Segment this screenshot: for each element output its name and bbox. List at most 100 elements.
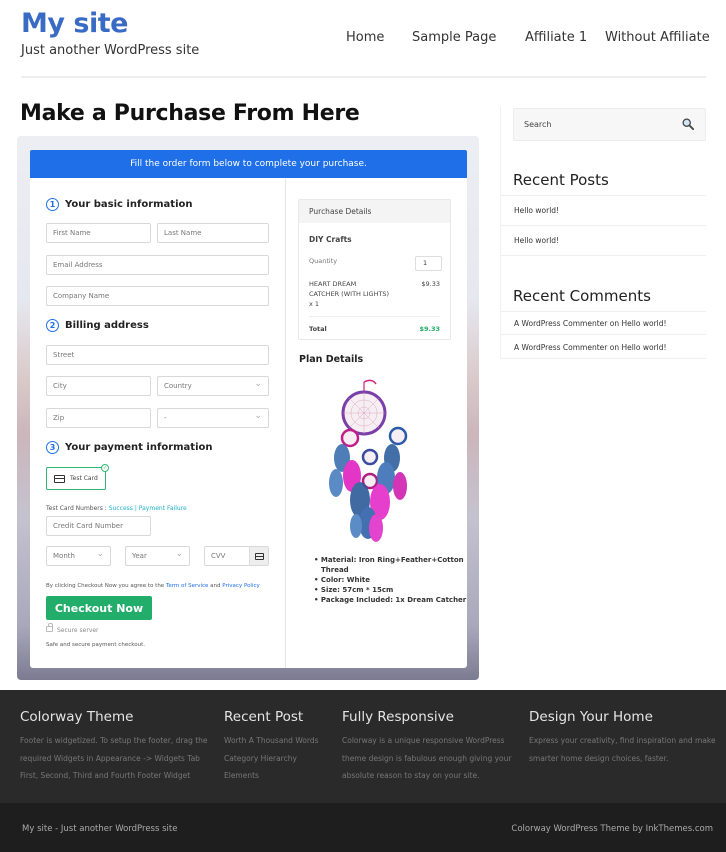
total-value: $9.33 (419, 325, 440, 333)
footer-col-text: Express your creativity, find inspiratio… (529, 732, 716, 767)
search-placeholder: Search (524, 120, 552, 129)
quantity-input[interactable]: 1 (415, 256, 442, 271)
cvv-card-icon (249, 547, 268, 565)
divider (501, 225, 706, 226)
footer-line: Colorway is a unique responsive WordPres… (342, 736, 505, 745)
total-divider (309, 316, 440, 317)
page-title: Make a Purchase From Here (20, 101, 360, 126)
card-number-input[interactable]: Credit Card Number (46, 516, 151, 536)
product-group: DIY Crafts (309, 235, 352, 244)
footer-col-text: Footer is widgetized. To setup the foote… (20, 732, 208, 785)
checkout-now-button[interactable]: Checkout Now (46, 596, 152, 620)
step-label: Billing address (65, 320, 149, 331)
header-divider (21, 76, 706, 78)
footer-line: smarter home design choices, faster. (529, 753, 669, 763)
recent-comments-title: Recent Comments (513, 287, 651, 305)
step-basic-info: 1 Your basic information (46, 198, 193, 211)
country-select[interactable]: Country (157, 375, 269, 396)
quantity-label: Quantity (309, 257, 338, 265)
footer-col-title: Fully Responsive (342, 709, 454, 725)
year-select[interactable]: Year (125, 545, 190, 566)
footer-line: required Widgets in Appearance -> Widget… (20, 753, 200, 763)
step-payment: 3 Your payment information (46, 441, 213, 454)
city-input[interactable]: City (46, 376, 151, 396)
test-card-label: Test Card Numbers : (46, 505, 107, 512)
test-card-option[interactable]: Test Card ✓ (46, 464, 109, 490)
sidebar-border (500, 106, 501, 358)
footer-line: absolute reason to stay on your site. (342, 771, 480, 780)
plan-details-title: Plan Details (299, 354, 364, 365)
footer-col-title: Design Your Home (529, 709, 653, 725)
footer-post-link[interactable]: Elements (224, 767, 319, 785)
terms-link[interactable]: Term of Service (166, 583, 208, 589)
secure-server-text: Secure server (57, 627, 99, 634)
spec-item: • Material: Iron Ring+Feather+Cotton (314, 556, 464, 564)
nav-home[interactable]: Home (346, 30, 384, 45)
last-name-input[interactable]: Last Name (157, 223, 269, 243)
nav-sample-page[interactable]: Sample Page (412, 30, 496, 45)
recent-comment-link[interactable]: A WordPress Commenter on Hello world! (514, 319, 667, 328)
recent-post-link[interactable]: Hello world! (514, 206, 559, 215)
payment-failure-link[interactable]: Payment Failure (139, 505, 187, 512)
footer-site-credit[interactable]: My site - Just another WordPress site (22, 824, 177, 834)
item-price: $9.33 (421, 280, 440, 288)
zip-input[interactable]: Zip (46, 408, 151, 428)
nav-affiliate-1[interactable]: Affiliate 1 (525, 30, 587, 45)
footer-line: theme design is fabulous enough giving y… (342, 753, 512, 763)
email-input[interactable]: Email Address (46, 255, 269, 275)
total-label: Total (309, 325, 327, 333)
item-name-line1: HEART DREAM (309, 280, 357, 288)
footer-theme-credit[interactable]: Colorway WordPress Theme by InkThemes.co… (511, 824, 713, 834)
cvv-input[interactable]: CVV (204, 546, 269, 566)
footer-col-text: Colorway is a unique responsive WordPres… (342, 732, 511, 785)
privacy-link[interactable]: Privacy Policy (222, 583, 259, 589)
footer-post-link[interactable]: Category Hierarchy (224, 750, 319, 768)
recent-comment-link[interactable]: A WordPress Commenter on Hello world! (514, 343, 667, 352)
dream-catcher-image (329, 379, 408, 542)
company-input[interactable]: Company Name (46, 286, 269, 306)
step-billing: 2 Billing address (46, 319, 149, 332)
spec-item: • Package Included: 1x Dream Catcher (314, 596, 467, 604)
spec-item: • Color: White (314, 576, 370, 584)
footer-line: Express your creativity, find inspiratio… (529, 736, 716, 745)
purchase-details-box: Purchase Details DIY Crafts Quantity 1 H… (298, 199, 451, 340)
spec-item: • Size: 57cm * 15cm (314, 586, 394, 594)
recent-post-link[interactable]: Hello world! (514, 236, 559, 245)
check-icon: ✓ (101, 464, 109, 472)
divider (501, 358, 706, 359)
footer-col-title: Colorway Theme (20, 709, 134, 725)
column-divider (285, 178, 286, 668)
agreement-text: By clicking Checkout Now you agree to th… (46, 583, 260, 589)
separator: | (134, 505, 137, 512)
plan-specs-list: • Material: Iron Ring+Feather+Cotton Thr… (314, 555, 466, 605)
success-link[interactable]: Success (109, 505, 133, 512)
nav-without-affiliate[interactable]: Without Affiliate (605, 30, 710, 45)
footer-post-link[interactable]: Worth A Thousand Words (224, 732, 319, 750)
order-banner: Fill the order form below to complete yo… (30, 150, 467, 178)
purchase-details-header: Purchase Details (299, 200, 450, 223)
footer-line: Footer is widgetized. To setup the foote… (20, 736, 208, 745)
step-label: Your basic information (65, 199, 193, 210)
footer-line: First, Second, Third and Fourth Footer W… (20, 771, 191, 780)
search-input[interactable]: Search (513, 108, 706, 141)
cvv-placeholder: CVV (211, 552, 226, 560)
month-select[interactable]: Month (46, 545, 111, 566)
step-number-1: 1 (46, 198, 59, 211)
item-quantity: x 1 (309, 300, 320, 308)
search-icon[interactable] (682, 118, 694, 130)
test-card-numbers: Test Card Numbers : Success | Payment Fa… (46, 505, 187, 512)
credit-card-icon (54, 474, 65, 483)
divider (501, 195, 706, 196)
item-name-line2: CATCHER (WITH LIGHTS) (309, 290, 390, 298)
first-name-input[interactable]: First Name (46, 223, 151, 243)
street-input[interactable]: Street (46, 345, 269, 365)
state-select[interactable]: - (157, 407, 269, 428)
divider (501, 255, 706, 256)
site-description: Just another WordPress site (21, 43, 200, 58)
lock-icon (46, 623, 53, 632)
agree-prefix: By clicking Checkout Now you agree to th… (46, 583, 165, 589)
divider (501, 334, 706, 335)
step-label: Your payment information (65, 442, 213, 453)
site-title[interactable]: My site (21, 8, 128, 39)
recent-posts-title: Recent Posts (513, 171, 609, 189)
